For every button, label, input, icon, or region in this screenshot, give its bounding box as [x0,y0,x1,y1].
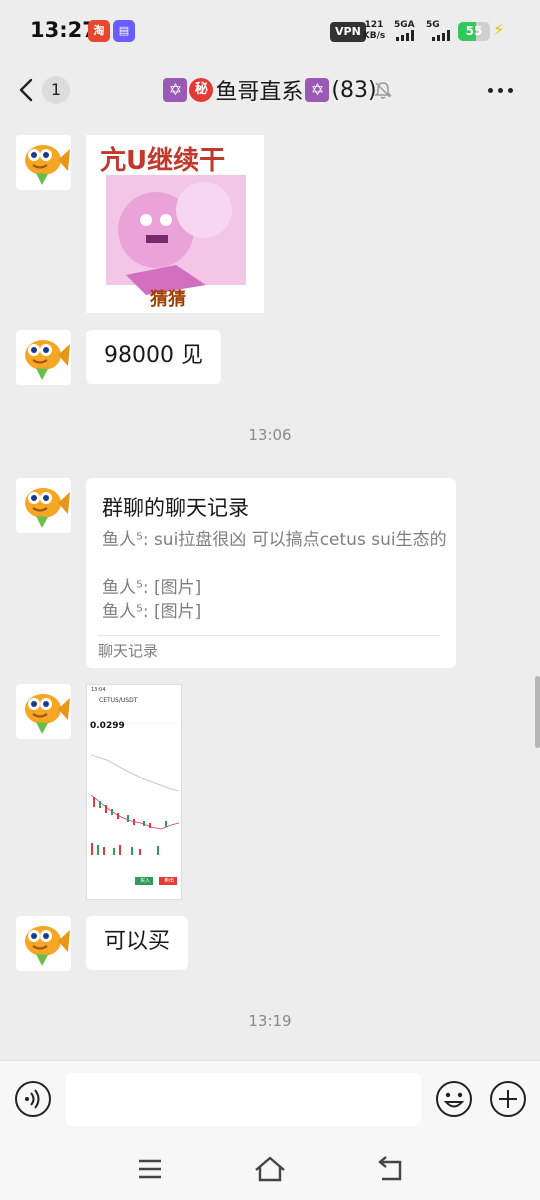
back-icon [378,1156,402,1181]
chat-record-title: 群聊的聊天记录 [102,496,249,520]
voice-icon [15,1081,51,1117]
fish-avatar-icon [25,145,70,185]
net-speed: 121 KB/s [362,20,386,42]
fish-avatar-icon [25,926,70,966]
more-dot [508,88,513,93]
recent-apps-button[interactable] [130,1152,170,1186]
mute-bell-icon [374,82,392,99]
taobao-app-icon: 淘 [88,20,110,42]
battery-icon: 55 [458,22,490,41]
trading-chart-thumbnail [87,685,181,899]
sim2-network-label: 5G [426,20,440,30]
chat-record-line: 鱼人⁵: sui拉盘很凶 可以搞点cetus sui生态的 [102,530,447,550]
home-button[interactable] [250,1152,290,1186]
back-button[interactable]: 1 [14,72,74,108]
thumb-price: 0.0299 [90,721,125,731]
chat-record-line: 鱼人⁵: [图片] [102,602,202,622]
more-options-button[interactable] [486,78,516,102]
message-bubble[interactable]: 98000 见 [86,330,221,384]
menu-icon [139,1159,161,1179]
sender-avatar[interactable] [16,916,71,971]
unread-count-badge: 1 [42,76,70,104]
star-of-david-icon: ✡ [305,78,330,102]
vpn-indicator: VPN [330,22,366,42]
secret-icon: 秘 [189,78,214,102]
system-back-button[interactable] [370,1152,410,1186]
emoji-button[interactable] [435,1080,473,1118]
sender-avatar[interactable] [16,330,71,385]
emoji-icon [436,1081,472,1117]
member-count: (83) [331,77,377,103]
chat-record-divider [98,635,440,636]
thumb-pair: CETUS/USDT [99,697,138,704]
thumb-sell-label: 卖出 [164,878,175,884]
sender-avatar[interactable] [16,684,71,739]
message-text: 98000 见 [104,343,203,368]
group-name: 鱼哥直系 [215,80,304,105]
fish-avatar-icon [25,694,70,734]
chat-record-card[interactable]: 群聊的聊天记录 鱼人⁵: sui拉盘很凶 可以搞点cetus sui生态的 鱼人… [86,478,456,668]
more-dot [498,88,503,93]
sticker-top-text: 亢U继续干 [100,146,226,176]
home-icon [255,1156,285,1182]
net-speed-unit: KB/s [362,31,386,41]
message-input[interactable] [66,1073,421,1126]
fish-avatar-icon [25,340,70,380]
chat-record-footer: 聊天记录 [98,642,159,660]
plus-icon [490,1081,526,1117]
scrollbar-thumb[interactable] [535,676,540,748]
more-dots-icon [488,88,493,93]
sim2-signal-icon [432,30,450,41]
timestamp-separator: 13:19 [248,1012,292,1030]
app-notification-icon: ▤ [113,20,135,42]
voice-input-button[interactable] [14,1080,52,1118]
back-chevron-icon [19,78,33,102]
timestamp-separator: 13:06 [248,426,292,444]
screenshot-image[interactable]: 13:04 CETUS/USDT 0.0299 买入 卖出 [86,684,182,900]
more-functions-button[interactable] [489,1080,527,1118]
thumb-buy-label: 买入 [140,878,151,884]
chat-record-line: 鱼人⁵: [图片] [102,578,202,598]
fish-avatar-icon [25,488,70,528]
thumb-time: 13:04 [91,687,106,693]
star-of-david-icon: ✡ [163,78,188,102]
charging-bolt-icon: ⚡ [493,20,505,39]
sim1-signal-icon [396,30,414,41]
sim1-network-label: 5GA [394,20,415,30]
sender-avatar[interactable] [16,478,71,533]
sticker-bottom-text: 猜猜 [150,289,186,310]
message-bubble[interactable]: 可以买 [86,916,189,970]
status-time: 13:27 [30,18,97,42]
net-speed-value: 121 [364,20,384,30]
message-text: 可以买 [104,929,171,954]
battery-level: 55 [465,24,483,38]
sender-avatar[interactable] [16,135,71,190]
